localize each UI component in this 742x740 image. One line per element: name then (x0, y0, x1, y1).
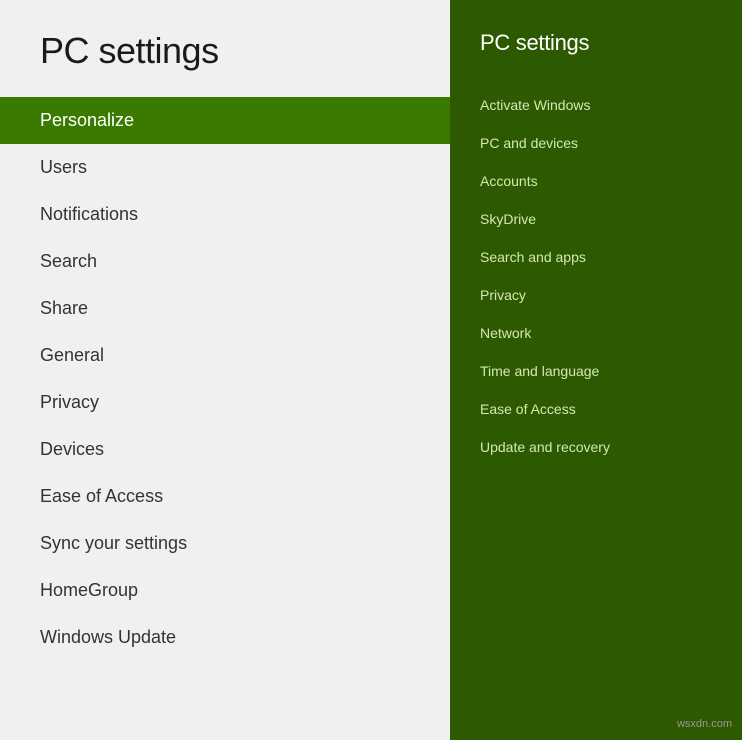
left-nav-link-users[interactable]: Users (0, 144, 450, 191)
right-nav-item: Network (450, 314, 742, 352)
right-nav-link-privacy[interactable]: Privacy (450, 276, 742, 314)
left-nav-item: Personalize (0, 97, 450, 144)
left-nav-item: Ease of Access (0, 473, 450, 520)
right-nav-link-activate-windows[interactable]: Activate Windows (450, 86, 742, 124)
left-nav-link-sync-your-settings[interactable]: Sync your settings (0, 520, 450, 567)
left-nav-link-search[interactable]: Search (0, 238, 450, 285)
left-nav-link-devices[interactable]: Devices (0, 426, 450, 473)
left-nav-item: Devices (0, 426, 450, 473)
page-title: PC settings (40, 30, 410, 72)
left-nav-link-personalize[interactable]: Personalize (0, 97, 450, 144)
right-nav-item: Privacy (450, 276, 742, 314)
right-nav-link-time-and-language[interactable]: Time and language (450, 352, 742, 390)
left-nav-item: Share (0, 285, 450, 332)
left-nav-link-notifications[interactable]: Notifications (0, 191, 450, 238)
left-nav-link-ease-of-access[interactable]: Ease of Access (0, 473, 450, 520)
left-nav-item: Privacy (0, 379, 450, 426)
right-panel-title: PC settings (450, 30, 742, 86)
left-nav-item: HomeGroup (0, 567, 450, 614)
left-nav-list: PersonalizeUsersNotificationsSearchShare… (0, 97, 450, 740)
left-nav-link-general[interactable]: General (0, 332, 450, 379)
right-nav-item: Activate Windows (450, 86, 742, 124)
right-nav-item: Accounts (450, 162, 742, 200)
left-nav-link-homegroup[interactable]: HomeGroup (0, 567, 450, 614)
left-nav-item: Users (0, 144, 450, 191)
right-nav-link-ease-of-access[interactable]: Ease of Access (450, 390, 742, 428)
watermark: wsxdn.com (677, 718, 732, 730)
right-nav-item: Search and apps (450, 238, 742, 276)
left-nav-link-privacy[interactable]: Privacy (0, 379, 450, 426)
left-nav-link-share[interactable]: Share (0, 285, 450, 332)
right-nav-item: PC and devices (450, 124, 742, 162)
left-nav-item: Windows Update (0, 614, 450, 661)
right-nav-list: Activate WindowsPC and devicesAccountsSk… (450, 86, 742, 466)
left-nav-item: General (0, 332, 450, 379)
right-nav-link-accounts[interactable]: Accounts (450, 162, 742, 200)
left-nav-item: Search (0, 238, 450, 285)
left-nav-item: Notifications (0, 191, 450, 238)
right-nav-link-network[interactable]: Network (450, 314, 742, 352)
right-nav-link-skydrive[interactable]: SkyDrive (450, 200, 742, 238)
left-nav-item: Sync your settings (0, 520, 450, 567)
right-panel: PC settings Activate WindowsPC and devic… (450, 0, 742, 740)
right-nav-item: Time and language (450, 352, 742, 390)
right-nav-link-search-and-apps[interactable]: Search and apps (450, 238, 742, 276)
right-nav-item: Ease of Access (450, 390, 742, 428)
left-header: PC settings (0, 0, 450, 97)
right-nav-item: Update and recovery (450, 428, 742, 466)
right-nav-link-update-and-recovery[interactable]: Update and recovery (450, 428, 742, 466)
left-nav-link-windows-update[interactable]: Windows Update (0, 614, 450, 661)
right-nav-link-pc-and-devices[interactable]: PC and devices (450, 124, 742, 162)
right-nav-item: SkyDrive (450, 200, 742, 238)
left-panel: PC settings PersonalizeUsersNotification… (0, 0, 450, 740)
